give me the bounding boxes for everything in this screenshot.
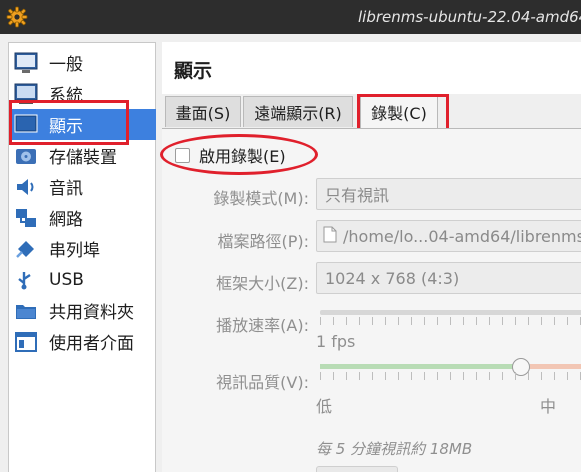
page-title: 顯示 [174, 60, 213, 82]
sidebar-item-audio[interactable]: 音訊 [10, 171, 156, 202]
file-path-field[interactable]: /home/lo...04-amd64/librenms [316, 220, 581, 252]
network-icon [13, 205, 39, 231]
sidebar-item-general[interactable]: 一般 [10, 47, 156, 78]
recording-mode-label: 錄製模式(M): [213, 189, 309, 208]
video-quality-ticks [320, 372, 581, 380]
file-path-label: 檔案路徑(P): [217, 232, 309, 251]
sidebar-item-network[interactable]: 網路 [10, 202, 156, 233]
user-interface-icon [13, 329, 39, 355]
sidebar-item-label: 使用者介面 [49, 334, 134, 354]
frame-rate-label: 播放速率(A): [216, 316, 309, 335]
serial-port-icon [13, 236, 39, 262]
file-icon [323, 226, 337, 247]
video-quality-label: 視訊品質(V): [216, 373, 309, 392]
size-estimate: 每 5 分鐘視訊約 18MB [316, 440, 473, 458]
frame-size-label: 框架大小(Z): [216, 274, 309, 293]
sidebar-item-label: 音訊 [49, 179, 83, 199]
shared-folder-icon [13, 298, 39, 324]
frame-size-select[interactable]: 1024 x 768 (4:3) [316, 262, 581, 294]
page-header: 顯示 [162, 42, 581, 94]
audio-icon [13, 174, 39, 200]
general-icon [13, 50, 39, 76]
recording-mode-select[interactable]: 只有視訊 [316, 178, 581, 210]
annotation-box-display [9, 100, 129, 145]
frame-size-value: 1024 x 768 (4:3) [325, 268, 460, 288]
sidebar-item-label: 串列埠 [49, 241, 100, 261]
storage-icon [13, 143, 39, 169]
sidebar-item-usb[interactable]: USB [10, 264, 156, 295]
sidebar-item-label: USB [49, 269, 84, 290]
gear-icon [6, 6, 28, 28]
annotation-ellipse-enable [160, 134, 318, 175]
video-quality-low-label: 低 [316, 397, 333, 416]
frame-rate-ticks [320, 317, 581, 325]
sidebar-item-label: 網路 [49, 210, 83, 230]
video-quality-high-range [529, 364, 581, 369]
video-quality-low-range [320, 364, 521, 369]
recording-mode-value: 只有視訊 [325, 186, 390, 205]
frame-rate-groove [320, 310, 581, 315]
annotation-box-recording-tab [357, 94, 449, 132]
video-quality-medium-label: 中 [540, 397, 557, 416]
sidebar-item-serial-port[interactable]: 串列埠 [10, 233, 156, 264]
tab-screen[interactable]: 畫面(S) [165, 96, 241, 127]
sidebar-item-shared-folders[interactable]: 共用資料夾 [10, 295, 156, 326]
tab-remote-display[interactable]: 遠端顯示(R) [243, 96, 353, 127]
partial-control[interactable] [316, 466, 398, 472]
sidebar-item-label: 共用資料夾 [49, 303, 134, 323]
sidebar-item-user-interface[interactable]: 使用者介面 [10, 326, 156, 357]
file-path-value: /home/lo...04-amd64/librenms [343, 226, 581, 246]
window-title: librenms-ubuntu-22.04-amd64 - [358, 8, 581, 26]
usb-icon [13, 267, 39, 293]
title-bar: librenms-ubuntu-22.04-amd64 - [0, 0, 581, 34]
sidebar-item-label: 一般 [49, 55, 83, 75]
sidebar-item-label: 存儲裝置 [49, 148, 117, 168]
frame-rate-value: 1 fps [316, 332, 356, 351]
